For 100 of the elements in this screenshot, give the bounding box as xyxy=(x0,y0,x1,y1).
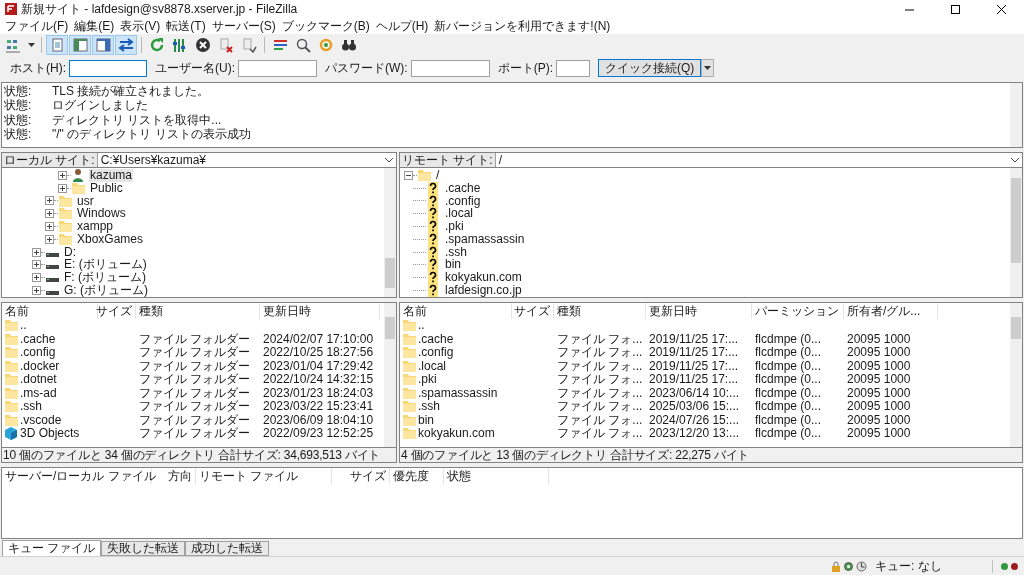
scrollbar[interactable] xyxy=(1010,83,1022,147)
tree-item[interactable]: .pki xyxy=(444,220,465,234)
lock-icon xyxy=(831,560,841,572)
expand-icon[interactable] xyxy=(58,170,67,180)
column-header[interactable]: 名前 xyxy=(400,303,512,319)
file-name[interactable]: .. xyxy=(418,319,425,333)
file-name[interactable]: .vscode xyxy=(20,413,62,427)
tree-item[interactable]: G: (ボリューム) xyxy=(63,284,149,297)
tab[interactable]: キュー ファイル xyxy=(2,540,102,556)
quick-connect-button[interactable]: クイック接続(Q) xyxy=(598,59,702,77)
folder-icon xyxy=(402,385,417,401)
file-name[interactable]: kokyakun.com xyxy=(418,427,495,441)
file-name[interactable]: .dotnet xyxy=(20,373,57,387)
file-name[interactable]: .docker xyxy=(20,359,60,373)
column-header[interactable]: サイズ xyxy=(98,303,136,319)
file-name[interactable]: 3D Objects xyxy=(20,427,80,441)
table-cell: 2024/02/07 17:10:00 xyxy=(263,331,374,346)
tree-item[interactable]: xampp xyxy=(76,220,115,234)
column-header[interactable]: リモート ファイル xyxy=(196,468,332,484)
menu-item[interactable]: ヘルプ(H) xyxy=(372,19,432,33)
tree-item[interactable]: E: (ボリューム) xyxy=(63,258,148,272)
file-name[interactable]: .ms-ad xyxy=(20,386,57,400)
expand-icon[interactable] xyxy=(32,260,41,270)
table-cell: 20095 1000 xyxy=(847,399,911,414)
column-header[interactable]: サイズ xyxy=(512,303,554,319)
file-name[interactable]: .local xyxy=(418,359,446,373)
tree-item[interactable]: .ssh xyxy=(444,245,468,259)
column-header[interactable]: 種類 xyxy=(136,303,260,319)
expand-icon[interactable] xyxy=(32,247,41,257)
column-header[interactable]: 名前 xyxy=(2,303,98,319)
tree-item[interactable]: .config xyxy=(444,194,482,208)
column-header[interactable]: 状態 xyxy=(444,468,549,484)
folder-icon xyxy=(58,231,73,247)
unknown-folder-icon xyxy=(426,283,441,297)
column-header[interactable]: 種類 xyxy=(554,303,646,319)
column-header[interactable]: 更新日時 xyxy=(260,303,380,319)
column-header[interactable]: パーミッション xyxy=(752,303,844,319)
file-name[interactable]: .cache xyxy=(418,332,454,346)
menu-item[interactable]: ブックマーク(B) xyxy=(278,19,373,33)
tree-item[interactable]: .cache xyxy=(444,181,482,195)
tree-item[interactable]: / xyxy=(435,168,441,182)
tree-item[interactable]: XboxGames xyxy=(76,232,145,246)
scrollbar[interactable] xyxy=(1010,168,1022,297)
column-header[interactable]: 所有者/グル... xyxy=(844,303,938,319)
column-header[interactable]: 優先度 xyxy=(390,468,444,484)
menu-item[interactable]: 編集(E) xyxy=(71,19,118,33)
file-name[interactable]: .spamassassin xyxy=(418,386,498,400)
column-header[interactable]: 更新日時 xyxy=(646,303,752,319)
tree-item[interactable]: kazuma xyxy=(89,168,134,182)
table-cell: 2019/11/25 17:... xyxy=(649,331,739,346)
tree-item[interactable]: usr xyxy=(76,194,95,208)
scrollbar[interactable] xyxy=(384,303,396,447)
tree-item[interactable]: D: xyxy=(63,245,77,259)
table-cell: flcdmpe (0... xyxy=(755,358,822,373)
tree-item[interactable]: .local xyxy=(444,207,474,221)
expand-icon[interactable] xyxy=(58,183,67,193)
expand-icon[interactable] xyxy=(45,196,54,206)
menu-item[interactable]: 新バージョンを利用できます!(N) xyxy=(431,19,614,33)
input-field[interactable] xyxy=(410,59,490,77)
tab[interactable]: 成功した転送 xyxy=(185,541,270,556)
tree-item[interactable]: kokyakun.com xyxy=(444,271,523,285)
table-cell: 2023/03/22 15:23:41 xyxy=(263,399,374,414)
input-field[interactable] xyxy=(556,59,590,77)
collapse-icon[interactable] xyxy=(404,170,413,180)
file-name[interactable]: .. xyxy=(20,319,27,333)
close-icon xyxy=(994,3,1008,15)
app-logo-icon xyxy=(5,3,17,15)
input-field[interactable] xyxy=(69,59,147,77)
menu-item[interactable]: 転送(T) xyxy=(163,19,209,33)
column-header[interactable]: サイズ xyxy=(332,468,390,484)
scrollbar[interactable] xyxy=(384,168,396,297)
tree-item[interactable]: bin xyxy=(444,258,462,272)
menu-item[interactable]: サーバー(S) xyxy=(208,19,279,33)
tree-item[interactable]: F: (ボリューム) xyxy=(63,271,147,285)
folder-icon xyxy=(4,358,19,374)
tree-item[interactable]: Public xyxy=(89,181,124,195)
expand-icon[interactable] xyxy=(32,273,41,283)
expand-icon[interactable] xyxy=(45,209,54,219)
toolbar-button[interactable] xyxy=(92,35,114,55)
tree-item[interactable]: .spamassassin xyxy=(444,232,526,246)
tree-item[interactable]: Windows xyxy=(76,207,127,221)
input-field[interactable] xyxy=(238,59,317,77)
expand-icon[interactable] xyxy=(32,286,41,296)
file-name[interactable]: .config xyxy=(418,346,454,360)
menu-item[interactable]: 表示(V) xyxy=(117,19,164,33)
table-cell: ファイル フォルダー xyxy=(139,358,251,373)
menu-item[interactable]: ファイル(F) xyxy=(2,19,72,33)
file-name[interactable]: .config xyxy=(20,346,56,360)
scrollbar[interactable] xyxy=(1010,303,1022,447)
file-name[interactable]: .cache xyxy=(20,332,56,346)
expand-icon[interactable] xyxy=(45,234,54,244)
file-name[interactable]: .pki xyxy=(418,373,437,387)
tab[interactable]: 失敗した転送 xyxy=(101,541,186,556)
file-name[interactable]: .ssh xyxy=(418,400,440,414)
expand-icon[interactable] xyxy=(45,222,54,232)
tree-item[interactable]: lafdesign.co.jp xyxy=(444,284,523,297)
dropdown-button[interactable] xyxy=(701,59,715,77)
file-name[interactable]: .ssh xyxy=(20,400,42,414)
binoculars-icon xyxy=(341,37,357,53)
file-name[interactable]: bin xyxy=(418,413,434,427)
